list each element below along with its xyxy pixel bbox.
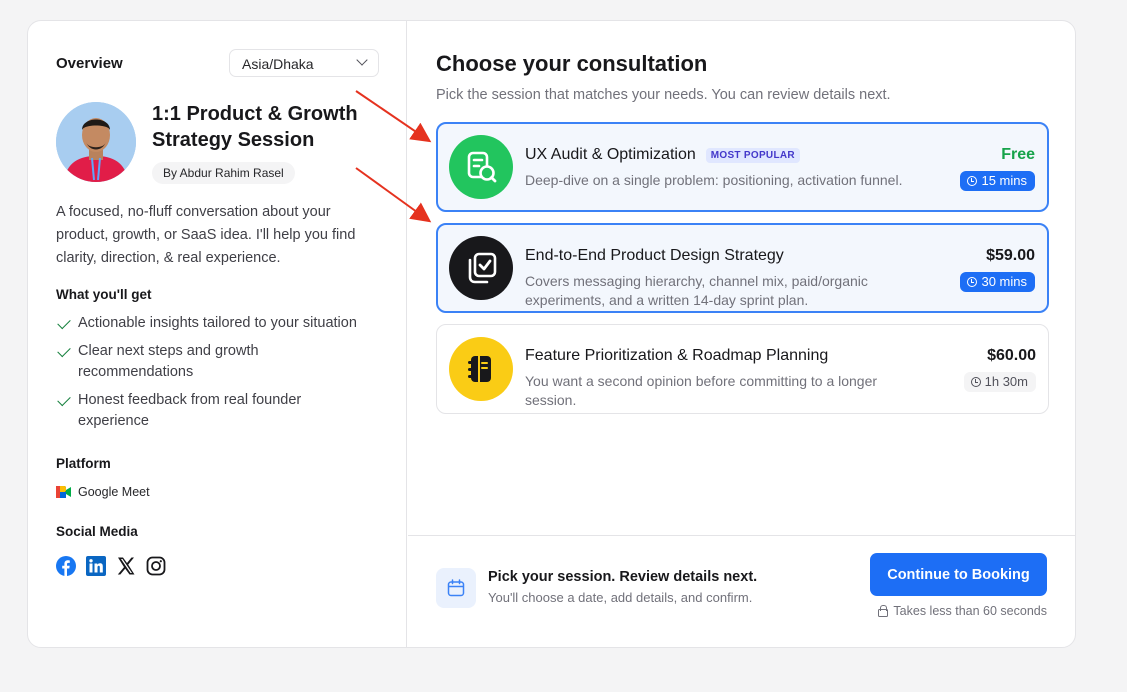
instagram-icon xyxy=(146,556,166,576)
clock-icon xyxy=(967,277,978,287)
page-subtitle: Pick the session that matches your needs… xyxy=(436,87,891,103)
booking-card: Overview Asia/Dhaka 1:1 Product & Growth… xyxy=(27,20,1076,648)
author-badge: By Abdur Rahim Rasel xyxy=(152,162,295,184)
platform-name: Google Meet xyxy=(78,485,150,499)
option-price: Free xyxy=(1001,146,1035,163)
option-name: UX Audit & Optimization MOST POPULAR xyxy=(525,146,800,164)
footer-title: Pick your session. Review details next. xyxy=(488,569,758,585)
document-search-icon xyxy=(449,135,513,199)
overview-panel: Overview Asia/Dhaka 1:1 Product & Growth… xyxy=(28,21,407,647)
time-note: Takes less than 60 seconds xyxy=(878,604,1047,618)
social-links xyxy=(56,556,166,576)
benefit-item: Honest feedback from real founder experi… xyxy=(56,390,376,433)
check-icon xyxy=(57,343,71,357)
option-product-design[interactable]: End-to-End Product Design Strategy Cover… xyxy=(436,223,1049,313)
platform-heading: Platform xyxy=(56,456,111,471)
google-meet-icon xyxy=(56,486,71,498)
lock-icon xyxy=(878,604,889,617)
timezone-value: Asia/Dhaka xyxy=(242,56,314,72)
avatar-photo-icon xyxy=(56,102,136,182)
page-title: Choose your consultation xyxy=(436,51,708,76)
duration-badge: 15 mins xyxy=(960,171,1035,191)
stacked-checklist-icon xyxy=(449,236,513,300)
benefit-item: Actionable insights tailored to your sit… xyxy=(56,313,376,335)
most-popular-badge: MOST POPULAR xyxy=(705,147,800,163)
continue-to-booking-button[interactable]: Continue to Booking xyxy=(870,553,1047,596)
facebook-link[interactable] xyxy=(56,556,76,576)
overview-title: Overview xyxy=(56,55,123,72)
option-description: Covers messaging hierarchy, channel mix,… xyxy=(525,273,868,308)
avatar xyxy=(56,102,136,182)
calendar-icon xyxy=(436,568,476,608)
session-description: A focused, no-fluff conversation about y… xyxy=(56,204,356,266)
option-name: End-to-End Product Design Strategy xyxy=(525,247,784,264)
timezone-select[interactable]: Asia/Dhaka xyxy=(229,49,379,77)
platform-item: Google Meet xyxy=(56,485,150,499)
x-link[interactable] xyxy=(116,556,136,576)
clock-icon xyxy=(967,176,978,186)
benefits-heading: What you'll get xyxy=(56,287,152,302)
session-title: 1:1 Product & Growth Strategy Session xyxy=(152,103,358,151)
linkedin-icon xyxy=(86,556,106,576)
instagram-link[interactable] xyxy=(146,556,166,576)
footer-subtitle: You'll choose a date, add details, and c… xyxy=(488,590,753,605)
clock-icon xyxy=(970,377,981,387)
option-ux-audit[interactable]: UX Audit & Optimization MOST POPULAR Dee… xyxy=(436,122,1049,212)
option-price: $60.00 xyxy=(987,347,1036,364)
check-icon xyxy=(57,392,71,406)
consultation-panel: Choose your consultation Pick the sessio… xyxy=(408,21,1075,647)
benefits-list: Actionable insights tailored to your sit… xyxy=(56,313,376,439)
option-roadmap-planning[interactable]: Feature Prioritization & Roadmap Plannin… xyxy=(436,324,1049,414)
x-icon xyxy=(117,557,135,575)
option-name: Feature Prioritization & Roadmap Plannin… xyxy=(525,347,829,364)
notebook-icon xyxy=(449,337,513,401)
duration-badge: 30 mins xyxy=(960,272,1035,292)
option-description: Deep-dive on a single problem: positioni… xyxy=(525,172,903,188)
chevron-down-icon xyxy=(356,54,368,66)
option-description: You want a second opinion before committ… xyxy=(525,373,878,408)
social-heading: Social Media xyxy=(56,524,138,539)
benefit-item: Clear next steps and growth recommendati… xyxy=(56,341,376,384)
check-icon xyxy=(57,315,71,330)
duration-badge: 1h 30m xyxy=(963,372,1036,392)
linkedin-link[interactable] xyxy=(86,556,106,576)
option-price: $59.00 xyxy=(986,247,1035,264)
facebook-icon xyxy=(56,556,76,576)
booking-footer: Pick your session. Review details next. … xyxy=(408,535,1075,647)
